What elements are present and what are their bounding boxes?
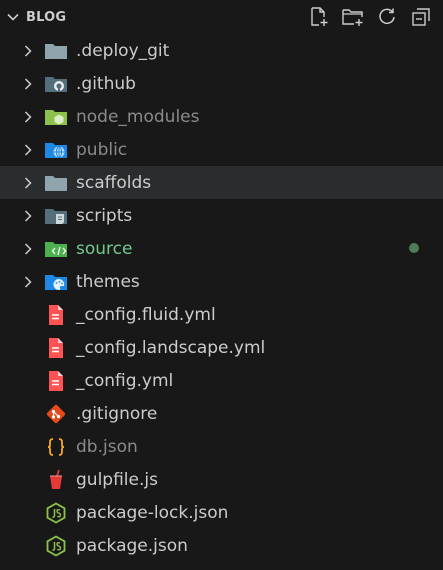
tree-item-label: public (76, 139, 128, 160)
collapse-all-icon[interactable] (407, 4, 435, 30)
git-file-icon (44, 403, 68, 425)
chevron-right-icon[interactable] (18, 239, 38, 259)
source-folder-icon (44, 238, 68, 260)
scripts-folder-icon (44, 205, 68, 227)
chevron-right-icon[interactable] (18, 206, 38, 226)
tree-item-scaffolds[interactable]: scaffolds (0, 166, 443, 199)
folder-icon (44, 172, 68, 194)
chevron-down-icon[interactable] (0, 0, 26, 34)
tree-item-label: .github (76, 73, 136, 94)
tree-item-label: gulpfile.js (76, 469, 158, 490)
chevron-right-icon[interactable] (18, 107, 38, 127)
tree-item-scripts[interactable]: scripts (0, 199, 443, 232)
explorer-section-header[interactable]: BLOG (0, 0, 443, 34)
tree-item-label: scripts (76, 205, 133, 226)
refresh-icon[interactable] (373, 4, 401, 30)
chevron-right-icon[interactable] (18, 140, 38, 160)
tree-item-source[interactable]: source (0, 232, 443, 265)
explorer-title: BLOG (26, 9, 67, 25)
chevron-right-icon[interactable] (18, 272, 38, 292)
yaml-file-icon (44, 370, 68, 392)
chevron-right-icon[interactable] (18, 41, 38, 61)
nodejs-file-icon (44, 501, 68, 524)
tree-item-label: source (76, 238, 133, 259)
yaml-file-icon (44, 304, 68, 326)
gulp-file-icon (44, 469, 68, 491)
chevron-right-icon[interactable] (18, 74, 38, 94)
tree-item-label: db.json (76, 436, 138, 457)
nodejs-file-icon (44, 534, 68, 557)
tree-item-public[interactable]: public (0, 133, 443, 166)
tree-item-gulpfile-js[interactable]: gulpfile.js (0, 463, 443, 496)
tree-item-label: themes (76, 271, 140, 292)
tree-item-config-yml[interactable]: _config.yml (0, 364, 443, 397)
tree-item-label: package.json (76, 535, 188, 556)
chevron-right-icon[interactable] (18, 173, 38, 193)
yaml-file-icon (44, 337, 68, 359)
file-tree: .deploy_git .github node_modules public … (0, 34, 443, 562)
tree-item-label: scaffolds (76, 172, 152, 193)
tree-item-gitignore[interactable]: .gitignore (0, 397, 443, 430)
tree-item-label: .gitignore (76, 403, 158, 424)
file-explorer: BLOG .deploy_git .github node_modules pu… (0, 0, 443, 570)
tree-item-themes[interactable]: themes (0, 265, 443, 298)
tree-item-config-fluid-yml[interactable]: _config.fluid.yml (0, 298, 443, 331)
tree-item-label: _config.fluid.yml (76, 304, 216, 325)
new-folder-icon[interactable] (339, 4, 367, 30)
tree-item-label: _config.yml (76, 370, 174, 391)
tree-item-deploy-git[interactable]: .deploy_git (0, 34, 443, 67)
tree-item-package-lock-json[interactable]: package-lock.json (0, 496, 443, 529)
tree-item-label: _config.landscape.yml (76, 337, 266, 358)
github-folder-icon (44, 73, 68, 95)
new-file-icon[interactable] (305, 4, 333, 30)
modified-status-dot (409, 243, 419, 253)
tree-item-node-modules[interactable]: node_modules (0, 100, 443, 133)
tree-item-label: node_modules (76, 106, 200, 127)
themes-folder-icon (44, 271, 68, 293)
json-file-icon (44, 436, 68, 458)
explorer-actions (305, 4, 435, 30)
tree-item-github[interactable]: .github (0, 67, 443, 100)
tree-item-label: .deploy_git (76, 40, 170, 61)
folder-icon (44, 40, 68, 62)
public-folder-icon (44, 139, 68, 161)
tree-item-label: package-lock.json (76, 502, 229, 523)
tree-item-package-json[interactable]: package.json (0, 529, 443, 562)
node-modules-folder-icon (44, 106, 68, 128)
tree-item-db-json[interactable]: db.json (0, 430, 443, 463)
tree-item-config-landscape-yml[interactable]: _config.landscape.yml (0, 331, 443, 364)
